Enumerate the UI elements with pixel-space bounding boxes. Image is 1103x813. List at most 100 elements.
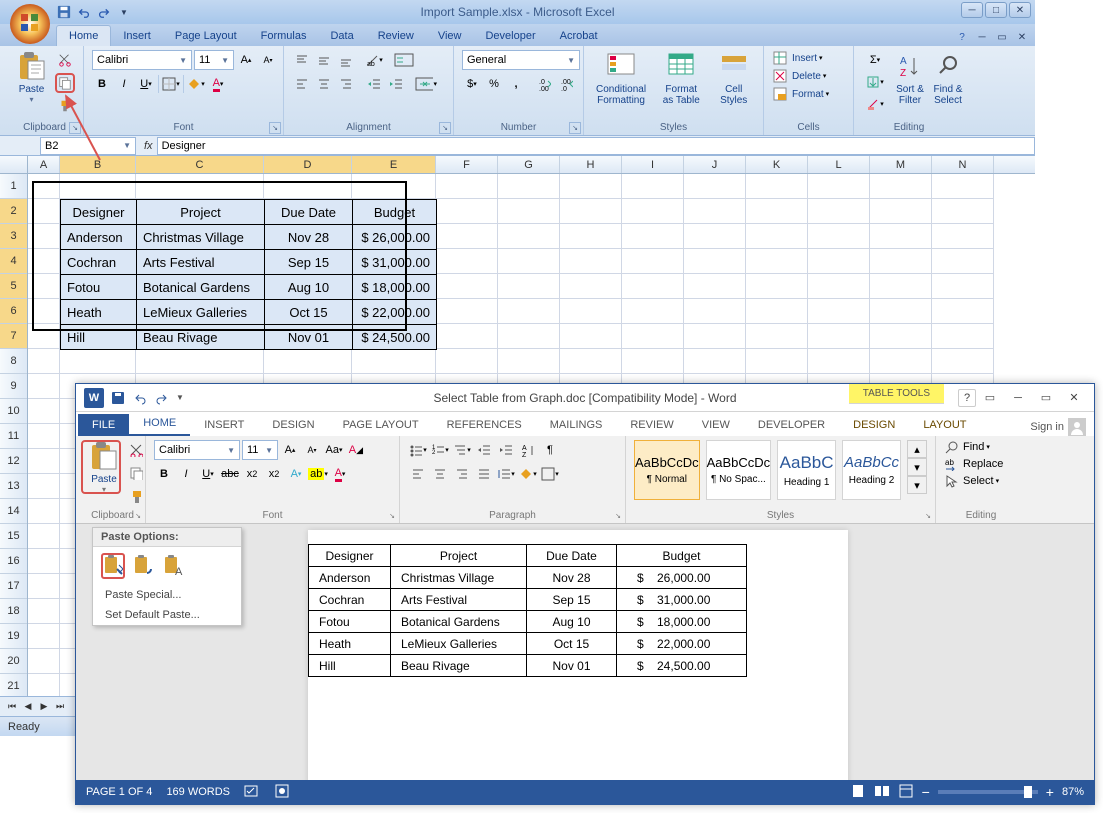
insert-button[interactable]: Insert▾ xyxy=(772,50,823,66)
cell-D1[interactable] xyxy=(264,174,352,199)
cell-N4[interactable] xyxy=(932,249,994,274)
paste-merge-icon[interactable] xyxy=(131,553,155,579)
cell-A18[interactable] xyxy=(28,599,60,624)
cell-A4[interactable] xyxy=(28,249,60,274)
show-marks-icon[interactable]: ¶ xyxy=(540,440,560,460)
col-header-G[interactable]: G xyxy=(498,156,560,173)
cell-N1[interactable] xyxy=(932,174,994,199)
row-header-12[interactable]: 12 xyxy=(0,449,27,474)
row-header-5[interactable]: 5 xyxy=(0,274,27,299)
cell-N8[interactable] xyxy=(932,349,994,374)
shading-icon[interactable]: ▾ xyxy=(518,464,538,484)
cell-A16[interactable] xyxy=(28,549,60,574)
format-as-table-button[interactable]: Format as Table xyxy=(656,50,706,106)
word-close-button[interactable]: ✕ xyxy=(1060,387,1088,409)
row-header-2[interactable]: 2 xyxy=(0,199,27,224)
zoom-in-icon[interactable]: + xyxy=(1046,784,1054,800)
increase-decimal-icon[interactable]: .0.00 xyxy=(534,74,554,94)
wrap-text-icon[interactable] xyxy=(392,50,416,70)
cell-F4[interactable] xyxy=(436,249,498,274)
close-button[interactable]: ✕ xyxy=(1009,2,1031,18)
cell-K2[interactable] xyxy=(746,199,808,224)
cell-A6[interactable] xyxy=(28,299,60,324)
next-sheet-icon[interactable]: ▶ xyxy=(36,699,52,715)
word-maximize-button[interactable]: ▭ xyxy=(1032,387,1060,409)
cell-F8[interactable] xyxy=(436,349,498,374)
wstyles-launcher[interactable]: ↘ xyxy=(923,512,933,522)
cell-N7[interactable] xyxy=(932,324,994,349)
style-heading1[interactable]: AaBbCHeading 1 xyxy=(777,440,836,500)
cell-A14[interactable] xyxy=(28,499,60,524)
tab-home[interactable]: Home xyxy=(56,25,111,46)
redo-icon[interactable] xyxy=(96,4,112,20)
cell-H1[interactable] xyxy=(560,174,622,199)
cell-I1[interactable] xyxy=(622,174,684,199)
formula-input[interactable]: Designer xyxy=(157,137,1035,155)
first-sheet-icon[interactable]: ⏮ xyxy=(4,699,20,715)
cell-I4[interactable] xyxy=(622,249,684,274)
cell-M5[interactable] xyxy=(870,274,932,299)
cell-L3[interactable] xyxy=(808,224,870,249)
col-header-J[interactable]: J xyxy=(684,156,746,173)
cell-K5[interactable] xyxy=(746,274,808,299)
cell-C8[interactable] xyxy=(136,349,264,374)
word-underline-icon[interactable]: U▾ xyxy=(198,464,218,484)
borders-icon[interactable]: ▾ xyxy=(161,74,181,94)
cell-K4[interactable] xyxy=(746,249,808,274)
maximize-button[interactable]: □ xyxy=(985,2,1007,18)
alignment-launcher[interactable]: ↘ xyxy=(439,122,451,134)
office-button[interactable] xyxy=(6,0,54,48)
cell-styles-button[interactable]: Cell Styles xyxy=(712,50,755,106)
cell-G7[interactable] xyxy=(498,324,560,349)
cell-J4[interactable] xyxy=(684,249,746,274)
decrease-indent-icon[interactable] xyxy=(364,74,384,94)
doc-restore-button[interactable]: ▭ xyxy=(993,30,1011,44)
replace-button[interactable]: abReplace xyxy=(944,457,1003,471)
row-header-4[interactable]: 4 xyxy=(0,249,27,274)
tab-acrobat[interactable]: Acrobat xyxy=(548,26,610,46)
cell-A11[interactable] xyxy=(28,424,60,449)
zoom-level[interactable]: 87% xyxy=(1062,786,1084,798)
tab-view[interactable]: View xyxy=(426,26,474,46)
tab-formulas[interactable]: Formulas xyxy=(249,26,319,46)
styles-more-up-icon[interactable]: ▴ xyxy=(907,440,927,458)
cell-A7[interactable] xyxy=(28,324,60,349)
cell-I3[interactable] xyxy=(622,224,684,249)
cell-L5[interactable] xyxy=(808,274,870,299)
cell-L1[interactable] xyxy=(808,174,870,199)
cell-M3[interactable] xyxy=(870,224,932,249)
cell-A19[interactable] xyxy=(28,624,60,649)
clear-icon[interactable]: ▾ xyxy=(862,94,888,114)
strikethrough-icon[interactable]: abc xyxy=(220,464,240,484)
cell-A17[interactable] xyxy=(28,574,60,599)
word-size-combo[interactable]: 11▼ xyxy=(242,440,278,460)
wtab-ctx-layout[interactable]: LAYOUT xyxy=(909,414,980,436)
sort-icon[interactable]: AZ xyxy=(518,440,538,460)
name-box[interactable]: B2▼ xyxy=(40,137,136,155)
cell-N5[interactable] xyxy=(932,274,994,299)
cell-H6[interactable] xyxy=(560,299,622,324)
cell-M6[interactable] xyxy=(870,299,932,324)
cell-C1[interactable] xyxy=(136,174,264,199)
text-effects-icon[interactable]: A▾ xyxy=(286,464,306,484)
cell-A3[interactable] xyxy=(28,224,60,249)
row-header-16[interactable]: 16 xyxy=(0,549,27,574)
cell-J5[interactable] xyxy=(684,274,746,299)
row-header-14[interactable]: 14 xyxy=(0,499,27,524)
cell-M8[interactable] xyxy=(870,349,932,374)
tab-insert[interactable]: Insert xyxy=(111,26,163,46)
cell-J2[interactable] xyxy=(684,199,746,224)
col-header-F[interactable]: F xyxy=(436,156,498,173)
wtab-mailings[interactable]: MAILINGS xyxy=(536,414,617,436)
shrink-font-icon[interactable]: A▾ xyxy=(302,440,322,460)
tab-data[interactable]: Data xyxy=(318,26,365,46)
cell-A15[interactable] xyxy=(28,524,60,549)
highlight-icon[interactable]: ab▾ xyxy=(308,464,328,484)
cell-J7[interactable] xyxy=(684,324,746,349)
cell-L2[interactable] xyxy=(808,199,870,224)
cell-N3[interactable] xyxy=(932,224,994,249)
web-layout-icon[interactable] xyxy=(898,783,914,802)
cell-I5[interactable] xyxy=(622,274,684,299)
line-spacing-icon[interactable]: ▾ xyxy=(496,464,516,484)
numbering-icon[interactable]: 12▾ xyxy=(430,440,450,460)
